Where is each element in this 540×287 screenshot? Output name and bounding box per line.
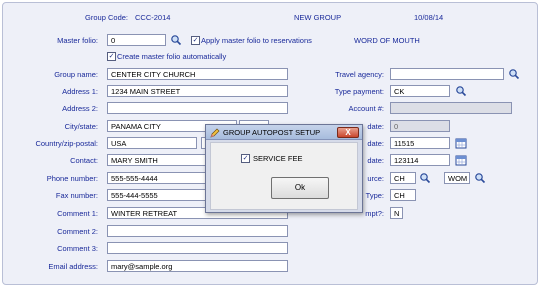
account-input[interactable] (390, 102, 512, 114)
account-label: Account #: (348, 104, 384, 113)
date3-calendar-icon[interactable] (455, 154, 467, 166)
screen: Group Code: CCC-2014 NEW GROUP 10/08/14 … (0, 0, 540, 287)
apply-master-folio-label: Apply master folio to reservations (201, 36, 312, 45)
service-fee-checkbox[interactable]: ✓ (241, 154, 250, 163)
source-description: WORD OF MOUTH (354, 36, 420, 45)
comment3-label: Comment 3: (57, 244, 98, 253)
source-label: urce: (367, 174, 384, 183)
date3-label: date: (367, 156, 384, 165)
type-input[interactable]: CH (390, 189, 416, 201)
address1-label: Address 1: (62, 87, 98, 96)
fax-input[interactable]: 555-444-5555 (107, 189, 207, 201)
city-state-label: City/state: (64, 122, 98, 131)
ok-button[interactable]: Ok (271, 177, 329, 199)
create-master-folio-checkbox[interactable]: ✓ (107, 52, 116, 61)
service-fee-label: SERVICE FEE (253, 154, 303, 163)
master-folio-lookup-icon[interactable] (170, 34, 182, 46)
contact-label: Contact: (70, 156, 98, 165)
dialog-title-bar[interactable]: GROUP AUTOPOST SETUP X (206, 125, 362, 140)
address2-input[interactable] (107, 102, 288, 114)
master-folio-label: Master folio: (57, 36, 98, 45)
source-detail-lookup-icon[interactable] (474, 172, 486, 184)
dialog-body: ✓ SERVICE FEE Ok (210, 142, 358, 210)
group-name-label: Group name: (54, 70, 98, 79)
date1-label: date: (367, 122, 384, 131)
source-code-input[interactable]: CH (390, 172, 416, 184)
date2-calendar-icon[interactable] (455, 137, 467, 149)
country-input[interactable]: USA (107, 137, 197, 149)
comment2-label: Comment 2: (57, 227, 98, 236)
type-payment-label: Type payment: (334, 87, 384, 96)
dialog-close-button[interactable]: X (337, 127, 359, 138)
source-detail-input[interactable]: WOM (444, 172, 470, 184)
date2-input[interactable]: 11515 (390, 137, 450, 149)
country-zip-label: Country/zip-postal: (35, 139, 98, 148)
address1-input[interactable]: 1234 MAIN STREET (107, 85, 288, 97)
travel-agency-input[interactable] (390, 68, 504, 80)
comment3-input[interactable] (107, 242, 288, 254)
dialog-title: GROUP AUTOPOST SETUP (223, 128, 321, 137)
date1-input[interactable]: 0 (390, 120, 450, 132)
master-folio-input[interactable]: 0 (107, 34, 166, 46)
contact-input[interactable]: MARY SMITH (107, 154, 207, 166)
fax-label: Fax number: (55, 191, 98, 200)
apply-master-folio-checkbox[interactable]: ✓ (191, 36, 200, 45)
create-master-folio-label: Create master folio automatically (117, 52, 227, 61)
date2-label: date: (367, 139, 384, 148)
group-autopost-dialog: GROUP AUTOPOST SETUP X ✓ SERVICE FEE Ok (205, 124, 363, 213)
phone-input[interactable]: 555-555-4444 (107, 172, 207, 184)
type-payment-lookup-icon[interactable] (455, 85, 467, 97)
group-status: NEW GROUP (294, 13, 342, 22)
email-input[interactable]: mary@sample.org (107, 260, 288, 272)
source-code-lookup-icon[interactable] (419, 172, 431, 184)
travel-agency-label: Travel agency: (335, 70, 384, 79)
travel-agency-lookup-icon[interactable] (508, 68, 520, 80)
email-label: Email address: (48, 262, 98, 271)
group-code-label: Group Code: (85, 13, 128, 22)
prompt-input[interactable]: N (390, 207, 403, 219)
date3-input[interactable]: 123114 (390, 154, 450, 166)
prompt-label: mpt?: (365, 209, 384, 218)
address2-label: Address 2: (62, 104, 98, 113)
phone-label: Phone number: (46, 174, 98, 183)
type-payment-input[interactable]: CK (390, 85, 450, 97)
group-name-input[interactable]: CENTER CITY CHURCH (107, 68, 288, 80)
header-date: 10/08/14 (414, 13, 444, 22)
comment2-input[interactable] (107, 225, 288, 237)
comment1-label: Comment 1: (57, 209, 98, 218)
type-label: Type: (365, 191, 384, 200)
group-code-value: CCC-2014 (135, 13, 171, 22)
pencil-icon (210, 128, 220, 138)
